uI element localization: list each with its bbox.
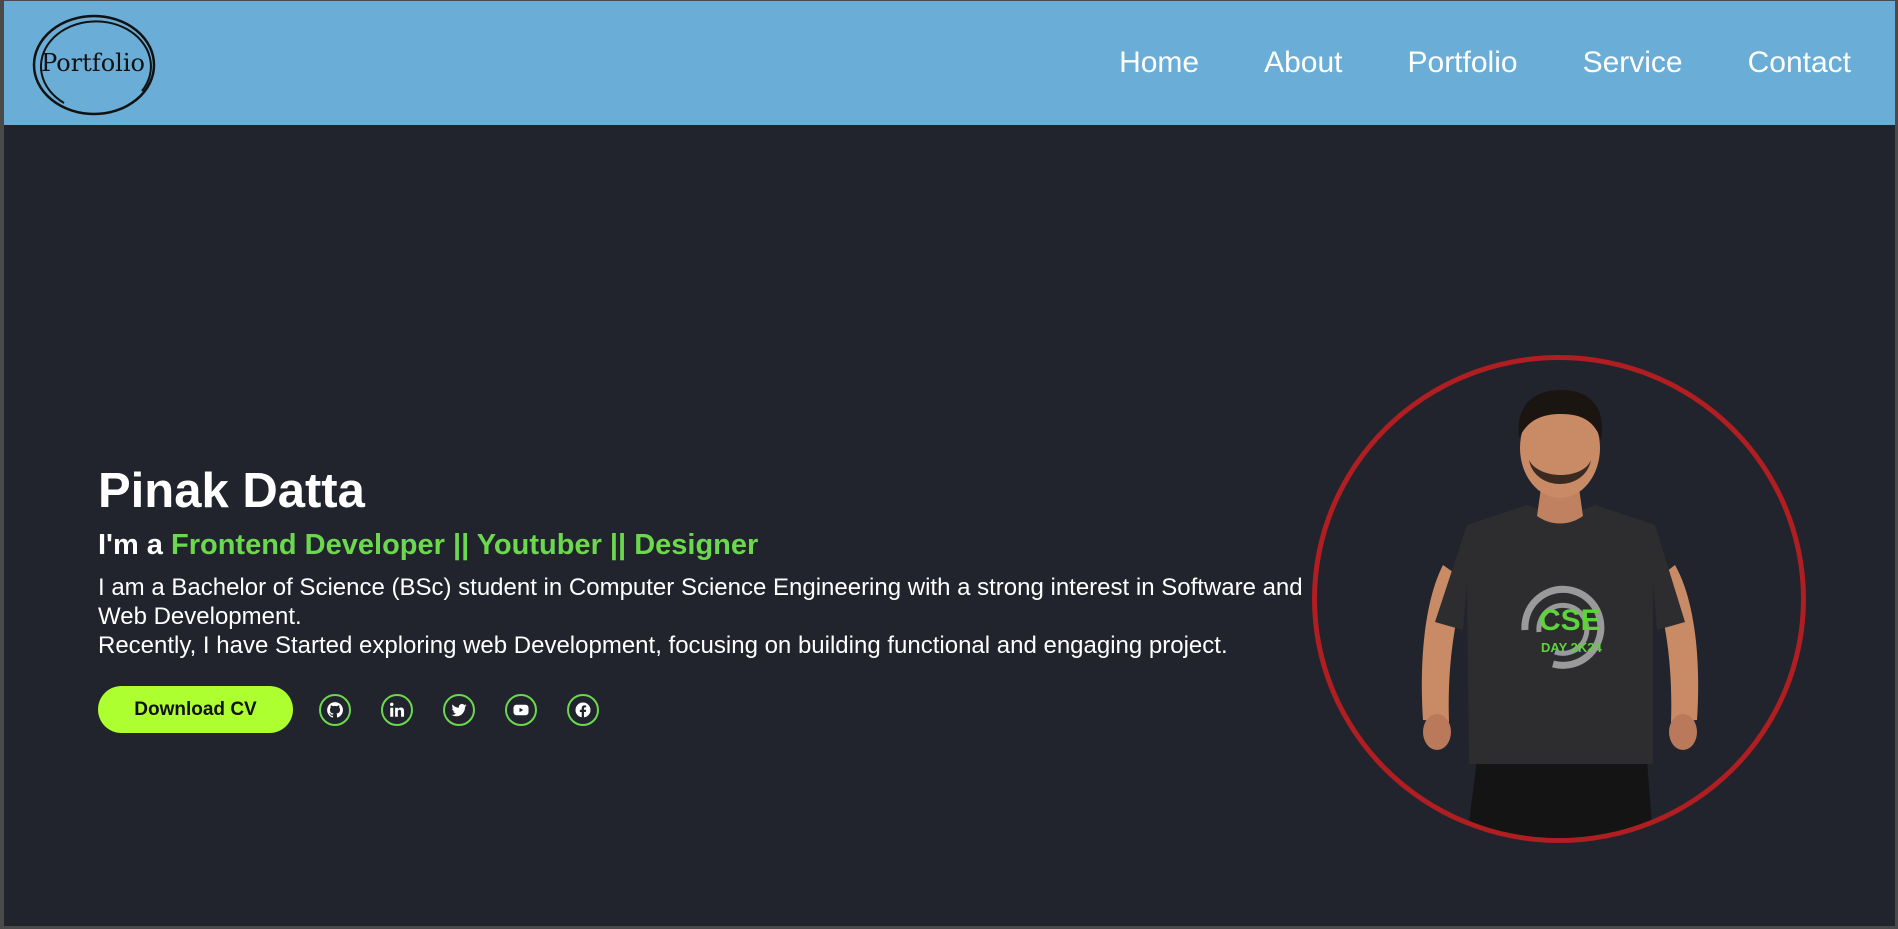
social-links bbox=[319, 693, 599, 726]
profile-photo: CSE DAY 2K24 bbox=[1312, 355, 1806, 843]
youtube-icon bbox=[513, 704, 529, 715]
nav-portfolio[interactable]: Portfolio bbox=[1408, 45, 1518, 81]
shirt-text: CSE bbox=[1539, 604, 1601, 637]
bio-line-1: I am a Bachelor of Science (BSc) student… bbox=[98, 574, 1303, 630]
nav-menu: Home About Portfolio Service Contact bbox=[1119, 45, 1851, 81]
tagline-prefix: I'm a bbox=[98, 529, 171, 561]
download-cv-button[interactable]: Download CV bbox=[98, 686, 293, 733]
github-icon bbox=[327, 701, 343, 718]
nav-contact[interactable]: Contact bbox=[1748, 45, 1851, 81]
nav-home[interactable]: Home bbox=[1119, 45, 1199, 81]
person-portrait-icon: CSE DAY 2K24 bbox=[1421, 390, 1699, 838]
hero-actions: Download CV bbox=[98, 686, 1348, 733]
github-link[interactable] bbox=[319, 693, 351, 726]
facebook-link[interactable] bbox=[567, 693, 599, 726]
tagline-roles: Frontend Developer || Youtuber || Design… bbox=[170, 529, 759, 561]
twitter-link[interactable] bbox=[443, 693, 475, 726]
page-frame: Portfolio Home About Portfolio Service C… bbox=[4, 1, 1895, 926]
linkedin-link[interactable] bbox=[381, 693, 413, 726]
hero-name: Pinak Datta bbox=[98, 464, 365, 518]
twitter-icon bbox=[451, 703, 467, 716]
nav-service[interactable]: Service bbox=[1583, 45, 1683, 81]
logo[interactable]: Portfolio bbox=[24, 13, 162, 116]
hero-tagline: I'm a Frontend Developer || Youtuber || … bbox=[98, 527, 1348, 563]
hero-section: Pinak Datta I'm a Frontend Developer || … bbox=[98, 461, 1348, 733]
linkedin-icon bbox=[390, 702, 405, 717]
facebook-icon bbox=[575, 702, 591, 717]
youtube-link[interactable] bbox=[505, 693, 537, 726]
hero-bio: I am a Bachelor of Science (BSc) student… bbox=[98, 573, 1318, 660]
nav-about[interactable]: About bbox=[1264, 45, 1342, 81]
shirt-subtext: DAY 2K24 bbox=[1541, 640, 1602, 655]
navbar: Portfolio Home About Portfolio Service C… bbox=[4, 1, 1895, 125]
bio-line-2: Recently, I have Started exploring web D… bbox=[98, 632, 1228, 659]
logo-text: Portfolio bbox=[41, 49, 145, 77]
